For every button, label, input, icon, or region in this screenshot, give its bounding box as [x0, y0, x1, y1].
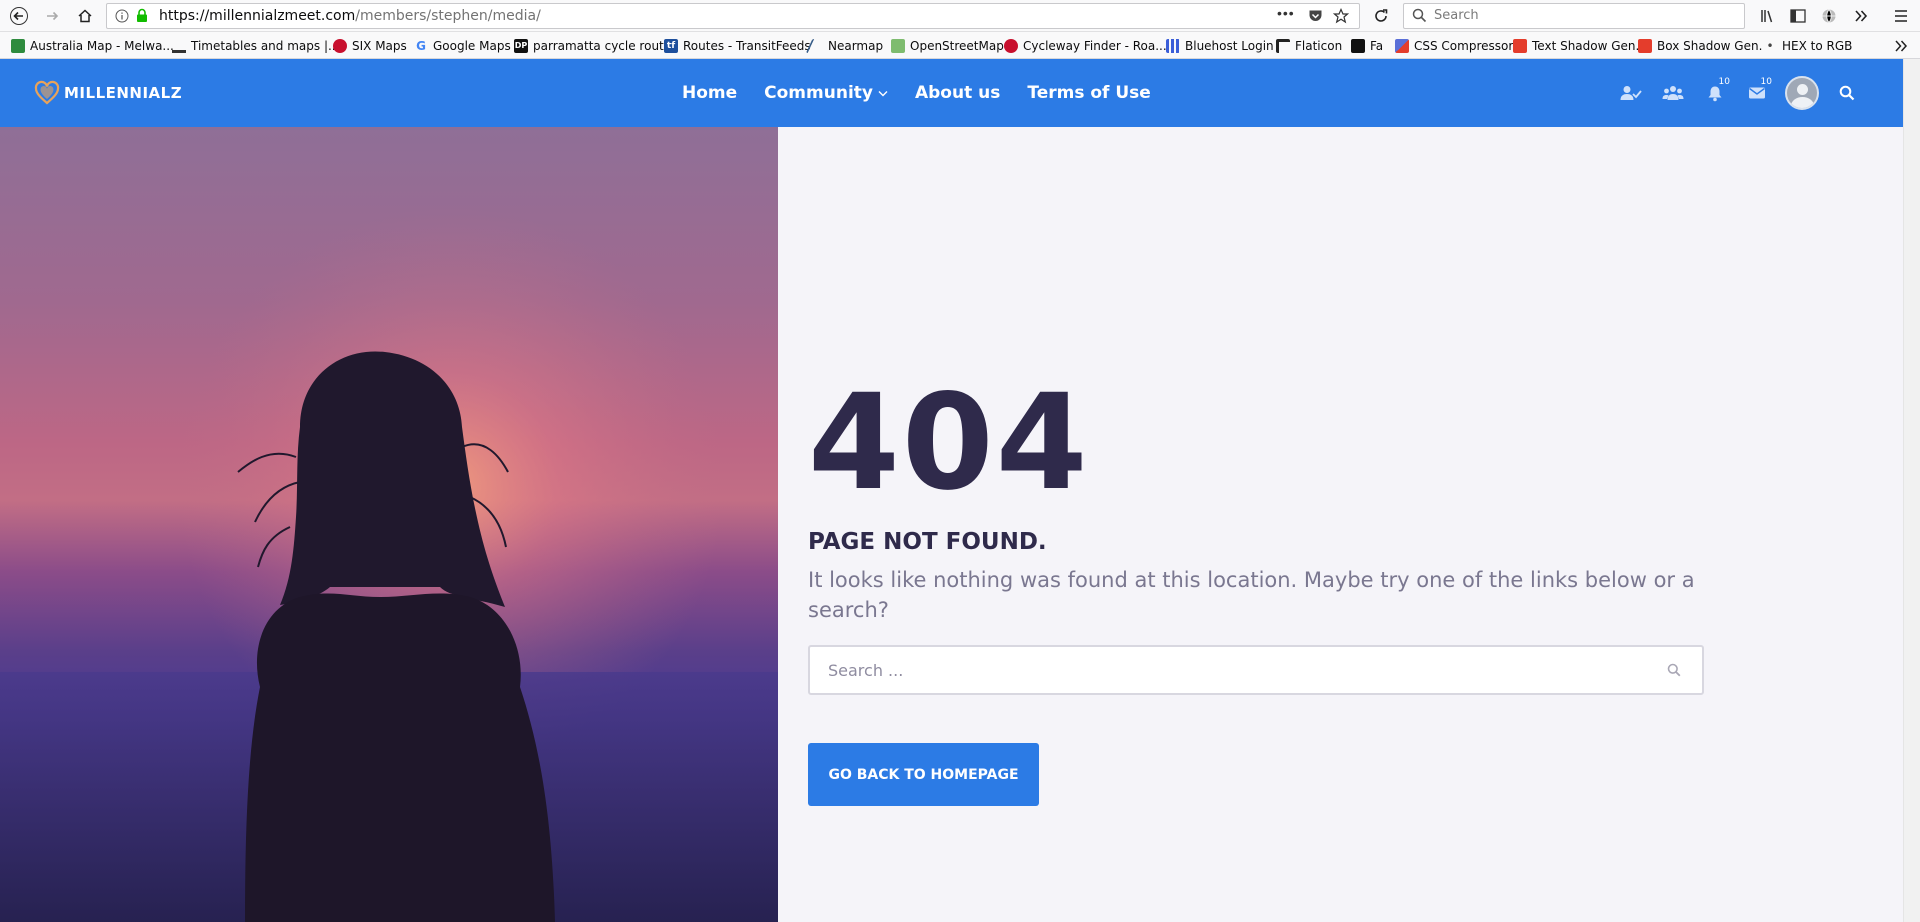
- messages-envelope-icon[interactable]: 10: [1736, 75, 1778, 111]
- back-icon[interactable]: [6, 3, 32, 29]
- forward-icon[interactable]: [39, 3, 65, 29]
- friend-requests-icon[interactable]: [1610, 75, 1652, 111]
- search-form: [808, 645, 1704, 695]
- bullet-icon: •: [1766, 38, 1774, 53]
- error-message: It looks like nothing was found at this …: [808, 568, 1695, 622]
- silhouette-image: [0, 127, 778, 922]
- bookmark-item[interactable]: Text Shadow Gen.: [1513, 37, 1639, 54]
- globe-icon[interactable]: [1816, 3, 1842, 29]
- transitfeeds-icon: tf: [664, 38, 678, 53]
- route-icon: [172, 39, 186, 53]
- flaticon-icon: [1276, 38, 1290, 53]
- logo-text: MILLENNIALZ: [64, 84, 183, 102]
- bookmark-item[interactable]: CSS Compressor: [1395, 37, 1513, 54]
- bookmark-star-icon[interactable]: [1333, 8, 1349, 24]
- sidebar-icon[interactable]: [1785, 3, 1811, 29]
- avatar: [1785, 76, 1819, 110]
- box-shadow-icon: [1638, 38, 1652, 53]
- bookmark-item[interactable]: OpenStreetMap: [891, 37, 1004, 54]
- address-bar[interactable]: https://millennialzmeet.com/members/step…: [106, 3, 1360, 29]
- bookmark-item[interactable]: • HEX to RGB: [1763, 37, 1852, 54]
- error-title: PAGE NOT FOUND.: [808, 529, 1047, 555]
- bookmark-item[interactable]: Nearmap: [805, 37, 883, 54]
- error-code: 404: [808, 366, 1090, 520]
- nav-terms-of-use[interactable]: Terms of Use: [1027, 83, 1150, 103]
- bookmark-item[interactable]: Bluehost Login: [1166, 37, 1274, 54]
- go-back-homepage-button[interactable]: GO BACK TO HOMEPAGE: [808, 743, 1039, 806]
- nearmap-icon: [805, 38, 827, 53]
- home-icon[interactable]: [72, 3, 98, 29]
- css-compressor-icon: [1395, 38, 1409, 53]
- browser-search-field[interactable]: Search: [1403, 3, 1745, 29]
- nsw-icon: [333, 38, 347, 53]
- bookmark-item[interactable]: Box Shadow Gen.: [1638, 37, 1762, 54]
- bookmark-item[interactable]: tf Routes - TransitFeeds: [664, 37, 811, 54]
- menu-icon[interactable]: [1888, 3, 1914, 29]
- reload-icon[interactable]: [1368, 3, 1394, 29]
- dp-icon: DP: [514, 38, 528, 53]
- image-icon: [1351, 38, 1365, 53]
- user-menu[interactable]: [1778, 75, 1826, 111]
- notification-count: 10: [1718, 77, 1730, 87]
- osm-icon: [891, 38, 905, 53]
- bookmark-item[interactable]: Fa: [1351, 37, 1383, 54]
- map-icon: [11, 38, 25, 53]
- bluehost-icon: [1166, 38, 1180, 53]
- google-icon: G: [416, 38, 426, 53]
- site-search-icon[interactable]: [1826, 75, 1868, 111]
- site-logo[interactable]: MILLENNIALZ: [34, 77, 182, 109]
- bookmark-item[interactable]: Cycleway Finder - Roa...: [1004, 37, 1167, 54]
- url-text: https://millennialzmeet.com/members/step…: [159, 8, 541, 24]
- bookmark-item[interactable]: Australia Map - Melwa...: [11, 37, 174, 54]
- bookmark-item[interactable]: DP parramatta cycle route: [514, 37, 671, 54]
- browser-search-placeholder: Search: [1434, 8, 1479, 23]
- main-navigation: Home Community About us Terms of Use: [682, 59, 1178, 127]
- bookmarks-toolbar: Australia Map - Melwa... Timetables and …: [0, 32, 1920, 59]
- nav-about-us[interactable]: About us: [915, 83, 1000, 103]
- hero-image: [0, 127, 778, 922]
- browser-toolbar: https://millennialzmeet.com/members/step…: [0, 0, 1920, 32]
- search-input[interactable]: [828, 647, 1628, 693]
- nav-community-label: Community: [764, 83, 873, 103]
- bookmark-item[interactable]: Flaticon: [1276, 37, 1342, 54]
- page-actions-icon[interactable]: •••: [1277, 5, 1295, 21]
- lock-icon: [137, 8, 147, 22]
- bookmark-item[interactable]: SIX Maps: [333, 37, 407, 54]
- nsw-icon: [1004, 38, 1018, 53]
- overflow-chevron-icon[interactable]: [1848, 3, 1874, 29]
- library-icon[interactable]: [1754, 3, 1780, 29]
- groups-icon[interactable]: [1652, 75, 1694, 111]
- bookmark-item[interactable]: Timetables and maps |...: [172, 37, 339, 54]
- not-found-section: 404 PAGE NOT FOUND. It looks like nothin…: [808, 127, 1903, 922]
- pocket-icon[interactable]: [1308, 9, 1323, 23]
- notifications-bell-icon[interactable]: 10: [1694, 75, 1736, 111]
- search-icon[interactable]: [1667, 663, 1681, 677]
- nav-community[interactable]: Community: [764, 83, 888, 103]
- header-actions: 10 10: [1610, 59, 1868, 127]
- chevron-down-icon: [878, 90, 888, 96]
- bookmark-item[interactable]: G Google Maps: [414, 37, 511, 54]
- site-header: MILLENNIALZ Home Community About us Term…: [0, 59, 1903, 127]
- message-count: 10: [1760, 77, 1772, 87]
- search-icon: [1412, 8, 1427, 23]
- info-icon[interactable]: [115, 9, 129, 23]
- nav-home[interactable]: Home: [682, 83, 737, 103]
- text-shadow-icon: [1513, 38, 1527, 53]
- page-scrollbar[interactable]: [1903, 59, 1920, 922]
- heart-logo-icon: [34, 80, 60, 105]
- bookmarks-overflow-icon[interactable]: [1894, 37, 1908, 54]
